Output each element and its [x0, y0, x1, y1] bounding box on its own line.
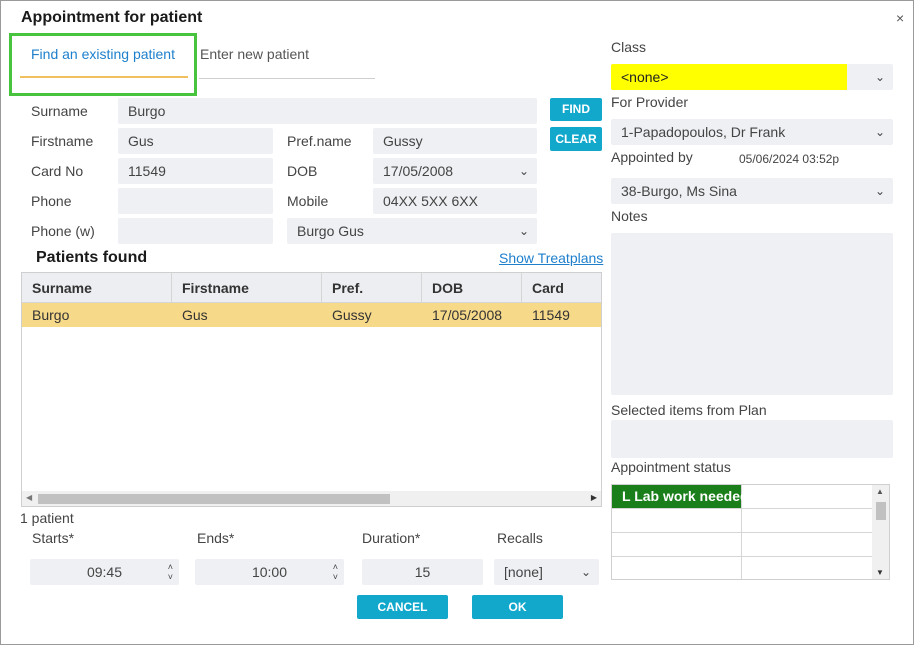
- notes-textarea[interactable]: [611, 233, 893, 395]
- patients-table: Surname Firstname Pref. DOB Card Burgo G…: [21, 272, 602, 507]
- cell-card: 11549: [532, 307, 570, 323]
- scroll-left-icon[interactable]: ◀: [26, 493, 32, 502]
- phone-label: Phone: [31, 193, 72, 209]
- chevron-down-icon[interactable]: ⌄: [519, 218, 529, 244]
- surname-label: Surname: [31, 103, 88, 119]
- duration-label: Duration*: [362, 530, 421, 546]
- chevron-down-icon[interactable]: ⌄: [519, 158, 529, 184]
- dob-label: DOB: [287, 163, 318, 179]
- patient-count: 1 patient: [20, 510, 74, 526]
- cell-dob: 17/05/2008: [432, 307, 503, 323]
- clear-button[interactable]: CLEAR: [550, 127, 602, 151]
- appointed-by-select[interactable]: 38-Burgo, Ms Sina ⌄: [611, 178, 893, 204]
- family-select[interactable]: Burgo Gus ⌄: [287, 218, 537, 244]
- starts-value: 09:45: [86, 564, 123, 580]
- starts-label: Starts*: [32, 530, 75, 546]
- firstname-label: Firstname: [31, 133, 94, 149]
- cell-firstname: Gus: [182, 307, 208, 323]
- appointment-dialog: Appointment for patient × Find an existi…: [0, 0, 914, 645]
- cardno-input[interactable]: 11549: [118, 158, 273, 184]
- scrollbar-thumb[interactable]: [38, 494, 390, 504]
- close-icon[interactable]: ×: [896, 10, 904, 26]
- ok-button[interactable]: OK: [472, 595, 563, 619]
- status-cell[interactable]: [742, 485, 874, 509]
- phone-input[interactable]: [118, 188, 273, 214]
- class-select[interactable]: <none> ⌄: [611, 64, 893, 90]
- phonew-input[interactable]: [118, 218, 273, 244]
- cardno-label: Card No: [31, 163, 84, 179]
- cancel-button[interactable]: CANCEL: [357, 595, 448, 619]
- col-surname[interactable]: Surname: [22, 273, 172, 303]
- tab-divider: [199, 78, 375, 79]
- plan-items-box[interactable]: [611, 420, 893, 458]
- appointment-status-label: Appointment status: [611, 459, 731, 475]
- status-cell[interactable]: [742, 509, 874, 533]
- col-card[interactable]: Card: [522, 273, 601, 303]
- status-cell[interactable]: [612, 557, 742, 579]
- mobile-input[interactable]: 04XX 5XX 6XX: [373, 188, 537, 214]
- appointed-timestamp: 05/06/2024 03:52p: [739, 152, 840, 166]
- appointed-by-value: 38-Burgo, Ms Sina: [621, 183, 737, 199]
- class-value: <none>: [611, 64, 847, 90]
- tab-enter-new[interactable]: Enter new patient: [200, 46, 309, 62]
- scroll-down-icon[interactable]: ▼: [876, 568, 884, 577]
- appointment-status-grid: L Lab work needed ▲ ▼: [611, 484, 890, 580]
- status-cell[interactable]: [742, 557, 874, 579]
- ends-value: 10:00: [251, 564, 288, 580]
- phonew-label: Phone (w): [31, 223, 95, 239]
- chevron-down-icon[interactable]: ⌄: [581, 559, 591, 585]
- status-cell[interactable]: [612, 533, 742, 557]
- tab-focus-highlight: [9, 33, 197, 96]
- provider-value: 1-Papadopoulos, Dr Frank: [621, 124, 786, 140]
- tab-find-existing[interactable]: Find an existing patient: [31, 46, 175, 62]
- recalls-value: [none]: [504, 564, 543, 580]
- status-value: L Lab work needed: [622, 488, 749, 504]
- scrollbar-thumb[interactable]: [876, 502, 886, 520]
- find-button[interactable]: FIND: [550, 98, 602, 121]
- provider-select[interactable]: 1-Papadopoulos, Dr Frank ⌄: [611, 119, 893, 145]
- show-treatplans-link[interactable]: Show Treatplans: [499, 250, 603, 266]
- spinner-arrows-icon[interactable]: ˄ ˅: [333, 559, 338, 582]
- surname-input[interactable]: Burgo: [118, 98, 537, 124]
- firstname-input[interactable]: Gus: [118, 128, 273, 154]
- notes-label: Notes: [611, 208, 648, 224]
- recalls-select[interactable]: [none] ⌄: [494, 559, 599, 585]
- patients-found-title: Patients found: [36, 249, 148, 266]
- ends-label: Ends*: [197, 530, 235, 546]
- recalls-label: Recalls: [497, 530, 543, 546]
- prefname-input[interactable]: Gussy: [373, 128, 537, 154]
- family-value: Burgo Gus: [297, 223, 364, 239]
- starts-input[interactable]: 09:45 ˄ ˅: [30, 559, 179, 585]
- ends-input[interactable]: 10:00 ˄ ˅: [195, 559, 344, 585]
- scroll-up-icon[interactable]: ▲: [876, 487, 884, 496]
- table-row[interactable]: Burgo Gus Gussy 17/05/2008 11549: [22, 303, 601, 327]
- provider-label: For Provider: [611, 94, 689, 110]
- class-label: Class: [611, 39, 647, 55]
- prefname-label: Pref.name: [287, 133, 352, 149]
- tab-active-underline: [20, 76, 188, 78]
- cell-pref: Gussy: [332, 307, 372, 323]
- status-cell-selected[interactable]: L Lab work needed: [612, 485, 749, 509]
- col-firstname[interactable]: Firstname: [172, 273, 322, 303]
- appointed-by-label: Appointed by: [611, 149, 693, 165]
- status-cell[interactable]: [742, 533, 874, 557]
- plan-items-label: Selected items from Plan: [611, 402, 767, 418]
- chevron-down-icon[interactable]: ⌄: [875, 64, 885, 90]
- table-header: Surname Firstname Pref. DOB Card: [22, 273, 601, 303]
- dob-value: 17/05/2008: [383, 163, 454, 179]
- chevron-down-icon[interactable]: ⌄: [875, 178, 885, 204]
- dob-select[interactable]: 17/05/2008 ⌄: [373, 158, 537, 184]
- dialog-title: Appointment for patient: [21, 9, 203, 26]
- col-pref[interactable]: Pref.: [322, 273, 422, 303]
- chevron-down-icon[interactable]: ⌄: [875, 119, 885, 145]
- col-dob[interactable]: DOB: [422, 273, 522, 303]
- horizontal-scrollbar[interactable]: ◀ ▶: [22, 491, 601, 506]
- duration-input[interactable]: 15: [362, 559, 483, 585]
- vertical-scrollbar[interactable]: ▲ ▼: [872, 485, 889, 579]
- mobile-label: Mobile: [287, 193, 329, 209]
- cell-surname: Burgo: [32, 307, 70, 323]
- status-cell[interactable]: [612, 509, 742, 533]
- spinner-arrows-icon[interactable]: ˄ ˅: [168, 559, 173, 582]
- scroll-right-icon[interactable]: ▶: [591, 493, 597, 502]
